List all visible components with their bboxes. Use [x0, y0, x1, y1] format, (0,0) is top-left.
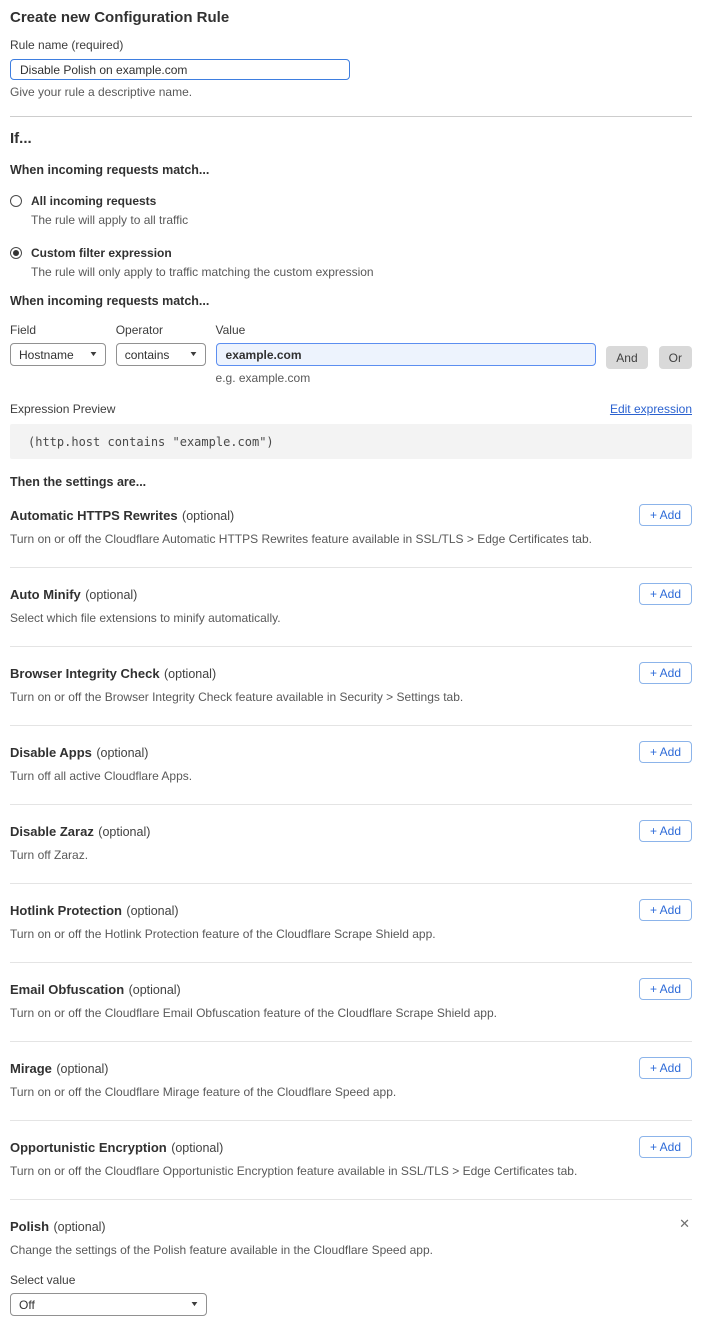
- rule-name-input[interactable]: [10, 59, 350, 80]
- expression-preview-box: (http.host contains "example.com"): [10, 424, 692, 459]
- setting-description: Turn on or off the Cloudflare Mirage fea…: [10, 1085, 692, 1099]
- setting-name: Opportunistic Encryption: [10, 1140, 167, 1155]
- setting-description: Turn on or off the Browser Integrity Che…: [10, 690, 692, 704]
- select-value-label: Select value: [10, 1273, 692, 1287]
- add-setting-button[interactable]: + Add: [639, 583, 692, 605]
- setting-row: Disable Zaraz (optional) Turn off Zaraz.…: [10, 805, 692, 884]
- setting-name: Polish: [10, 1219, 49, 1234]
- setting-name: Browser Integrity Check: [10, 666, 160, 681]
- radio-option-label: All incoming requests: [31, 194, 188, 208]
- setting-optional-label: (optional): [129, 983, 181, 997]
- radio-button-icon[interactable]: [10, 195, 22, 207]
- rule-name-label: Rule name (required): [10, 38, 692, 52]
- add-setting-button[interactable]: + Add: [639, 1057, 692, 1079]
- setting-name: Email Obfuscation: [10, 982, 124, 997]
- edit-expression-link[interactable]: Edit expression: [610, 402, 692, 416]
- setting-name: Disable Zaraz: [10, 824, 94, 839]
- create-configuration-rule-form: Create new Configuration Rule Rule name …: [0, 9, 705, 1330]
- setting-description: Select which file extensions to minify a…: [10, 611, 692, 625]
- setting-description: Turn on or off the Cloudflare Email Obfu…: [10, 1006, 692, 1020]
- add-setting-button[interactable]: + Add: [639, 662, 692, 684]
- or-button[interactable]: Or: [659, 346, 692, 369]
- setting-row: Disable Apps (optional) Turn off all act…: [10, 726, 692, 805]
- match-type-heading: When incoming requests match...: [10, 163, 692, 177]
- chevron-down-icon: ▼: [190, 1301, 200, 1308]
- setting-optional-label: (optional): [85, 588, 137, 602]
- setting-optional-label: (optional): [98, 825, 150, 839]
- setting-optional-label: (optional): [171, 1141, 223, 1155]
- radio-option-description: The rule will only apply to traffic matc…: [31, 265, 374, 279]
- field-select[interactable]: Hostname ▼: [10, 343, 106, 366]
- value-helper: e.g. example.com: [216, 371, 597, 385]
- polish-value-select[interactable]: Off ▼: [10, 1293, 207, 1316]
- setting-optional-label: (optional): [96, 746, 148, 760]
- page-title: Create new Configuration Rule: [10, 9, 692, 27]
- radio-option-all-incoming-requests[interactable]: All incoming requests The rule will appl…: [10, 194, 692, 227]
- operator-select[interactable]: contains ▼: [116, 343, 206, 366]
- add-setting-button[interactable]: + Add: [639, 741, 692, 763]
- setting-description: Turn off all active Cloudflare Apps.: [10, 769, 692, 783]
- setting-description: Turn on or off the Cloudflare Opportunis…: [10, 1164, 692, 1178]
- setting-name: Disable Apps: [10, 745, 92, 760]
- setting-optional-label: (optional): [126, 904, 178, 918]
- setting-row: Automatic HTTPS Rewrites (optional) Turn…: [10, 489, 692, 568]
- add-setting-button[interactable]: + Add: [639, 1136, 692, 1158]
- radio-option-label: Custom filter expression: [31, 246, 374, 260]
- setting-optional-label: (optional): [182, 509, 234, 523]
- add-setting-button[interactable]: + Add: [639, 504, 692, 526]
- operator-select-value: contains: [125, 348, 170, 362]
- setting-description: Turn on or off the Cloudflare Automatic …: [10, 532, 692, 546]
- operator-label: Operator: [116, 323, 206, 337]
- add-setting-button[interactable]: + Add: [639, 899, 692, 921]
- setting-name: Hotlink Protection: [10, 903, 122, 918]
- rule-name-helper: Give your rule a descriptive name.: [10, 85, 692, 99]
- radio-option-description: The rule will apply to all traffic: [31, 213, 188, 227]
- close-icon[interactable]: ✕: [679, 1217, 690, 1230]
- value-input[interactable]: [216, 343, 597, 366]
- and-button[interactable]: And: [606, 346, 647, 369]
- add-setting-button[interactable]: + Add: [639, 820, 692, 842]
- setting-description: Turn on or off the Hotlink Protection fe…: [10, 927, 692, 941]
- value-label: Value: [216, 323, 597, 337]
- setting-description: Turn off Zaraz.: [10, 848, 692, 862]
- setting-row: Mirage (optional) Turn on or off the Clo…: [10, 1042, 692, 1121]
- setting-name: Automatic HTTPS Rewrites: [10, 508, 178, 523]
- field-select-value: Hostname: [19, 348, 74, 362]
- setting-optional-label: (optional): [53, 1220, 105, 1234]
- setting-row: Auto Minify (optional) Select which file…: [10, 568, 692, 647]
- add-setting-button[interactable]: + Add: [639, 978, 692, 1000]
- polish-select-value: Off: [19, 1298, 35, 1312]
- then-section-heading: Then the settings are...: [10, 475, 692, 489]
- expression-builder-heading: When incoming requests match...: [10, 294, 692, 308]
- settings-list: Automatic HTTPS Rewrites (optional) Turn…: [10, 489, 692, 1200]
- chevron-down-icon: ▼: [88, 351, 98, 358]
- expression-preview-code: (http.host contains "example.com"): [28, 435, 274, 449]
- field-label: Field: [10, 323, 106, 337]
- expression-builder: Field Hostname ▼ Operator contains ▼ Val…: [10, 323, 692, 385]
- divider: [10, 116, 692, 117]
- chevron-down-icon: ▼: [188, 351, 198, 358]
- setting-row: Browser Integrity Check (optional) Turn …: [10, 647, 692, 726]
- setting-row: Hotlink Protection (optional) Turn on or…: [10, 884, 692, 963]
- setting-row: Email Obfuscation (optional) Turn on or …: [10, 963, 692, 1042]
- radio-button-icon[interactable]: [10, 247, 22, 259]
- radio-option-custom-filter-expression[interactable]: Custom filter expression The rule will o…: [10, 246, 692, 279]
- setting-name: Auto Minify: [10, 587, 81, 602]
- if-section-heading: If...: [10, 130, 692, 148]
- setting-optional-label: (optional): [164, 667, 216, 681]
- expression-preview-label: Expression Preview: [10, 402, 115, 416]
- setting-row-polish: Polish (optional) ✕ Change the settings …: [10, 1200, 692, 1316]
- setting-description: Change the settings of the Polish featur…: [10, 1243, 692, 1257]
- setting-name: Mirage: [10, 1061, 52, 1076]
- setting-optional-label: (optional): [56, 1062, 108, 1076]
- setting-row: Opportunistic Encryption (optional) Turn…: [10, 1121, 692, 1200]
